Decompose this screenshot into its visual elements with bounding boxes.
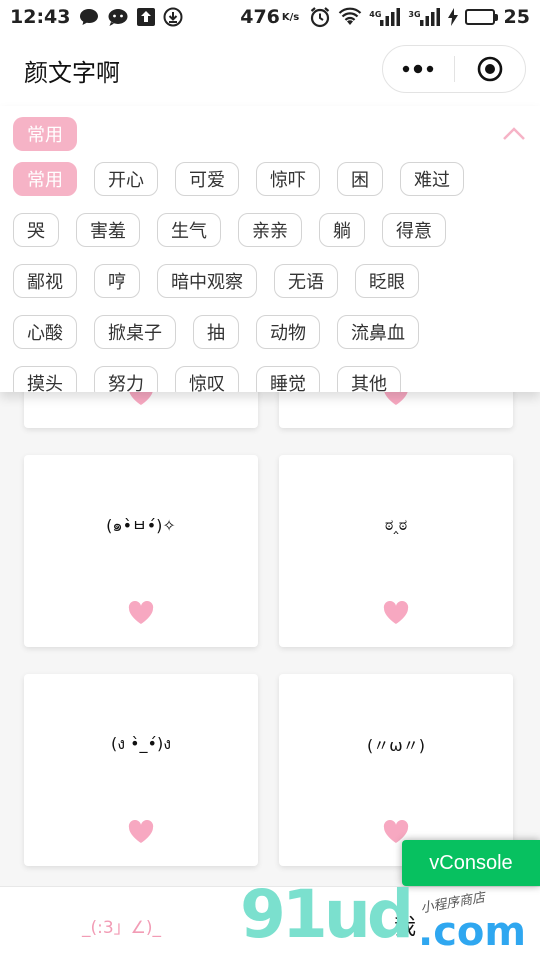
status-right-group: 476 K/s 4G 3G 25 <box>240 6 530 28</box>
category-tag[interactable]: 摸头 <box>13 366 77 392</box>
category-panel: 常用 常用 开心 可爱 惊吓 困 难过 哭 害羞 生气 亲亲 躺 得意 鄙视 哼… <box>0 106 540 392</box>
category-tag[interactable]: 常用 <box>13 162 77 196</box>
page-title: 颜文字啊 <box>24 58 120 87</box>
more-menu-button[interactable] <box>383 46 454 92</box>
messenger-icon <box>107 7 129 27</box>
vconsole-button[interactable]: vConsole <box>402 840 540 886</box>
category-tag[interactable]: 哭 <box>13 213 59 247</box>
category-tag[interactable]: 掀桌子 <box>94 315 176 349</box>
category-tag[interactable]: 得意 <box>382 213 446 247</box>
alarm-icon <box>309 6 331 28</box>
status-time: 12:43 <box>10 6 71 28</box>
category-tag[interactable]: 努力 <box>94 366 158 392</box>
category-tag[interactable]: 流鼻血 <box>337 315 419 349</box>
tag-row: 常用 开心 可爱 惊吓 困 难过 <box>13 162 533 198</box>
charging-icon <box>447 8 458 26</box>
close-mini-program-button[interactable] <box>455 46 526 92</box>
category-tag[interactable]: 生气 <box>157 213 221 247</box>
category-tag[interactable]: 无语 <box>274 264 338 298</box>
tag-row: 摸头 努力 惊叹 睡觉 其他 <box>13 366 533 392</box>
emoticon-text: (〃ω〃) <box>367 736 425 755</box>
nav-bar: 颜文字啊 <box>0 34 540 106</box>
tab-bar: _(:3」∠)_ 我 <box>0 886 540 960</box>
category-tag[interactable]: 困 <box>337 162 383 196</box>
network-speed-unit: K/s <box>281 11 300 23</box>
battery-level: 25 <box>503 6 530 28</box>
emoticon-text: ಠ‸ಠ <box>384 515 408 534</box>
signal-icon <box>419 8 441 26</box>
wifi-icon <box>338 7 362 27</box>
category-tag[interactable]: 睡觉 <box>256 366 320 392</box>
emoticon-card[interactable]: ಠ‸ಠ <box>279 455 513 647</box>
current-category-badge[interactable]: 常用 <box>13 117 77 151</box>
category-tag[interactable]: 难过 <box>400 162 464 196</box>
tab-home[interactable]: _(:3」∠)_ <box>82 913 161 938</box>
chevron-up-icon[interactable] <box>502 124 526 144</box>
emoticon-text: (๑•̀ㅂ•́)✧ <box>106 515 176 535</box>
category-tag[interactable]: 抽 <box>193 315 239 349</box>
status-bar: 12:43 476 K/s 4G 3G 25 <box>0 0 540 34</box>
category-tag-list: 常用 开心 可爱 惊吓 困 难过 哭 害羞 生气 亲亲 躺 得意 鄙视 哼 暗中… <box>13 162 533 392</box>
heart-icon[interactable] <box>128 601 154 625</box>
emoticon-card[interactable]: (๑•̀ㅂ•́)✧ <box>24 455 258 647</box>
mini-program-capsule <box>382 45 526 93</box>
target-close-icon <box>477 56 503 82</box>
category-tag[interactable]: 哼 <box>94 264 140 298</box>
heart-icon[interactable] <box>128 820 154 844</box>
upload-icon <box>136 7 156 27</box>
category-tag[interactable]: 亲亲 <box>238 213 302 247</box>
network-speed: 476 <box>240 6 280 28</box>
emoticon-card[interactable]: (〃ω〃) <box>279 674 513 866</box>
emoticon-text: (ง •̀_•́)ง <box>110 733 172 753</box>
tag-row: 哭 害羞 生气 亲亲 躺 得意 <box>13 213 533 249</box>
category-tag[interactable]: 害羞 <box>76 213 140 247</box>
signal-icon <box>379 8 401 26</box>
tag-row: 心酸 掀桌子 抽 动物 流鼻血 <box>13 315 533 351</box>
chat-bubble-icon <box>78 7 100 27</box>
category-tag[interactable]: 暗中观察 <box>157 264 257 298</box>
battery-nub <box>494 13 498 21</box>
category-tag[interactable]: 鄙视 <box>13 264 77 298</box>
category-tag[interactable]: 可爱 <box>175 162 239 196</box>
category-tag[interactable]: 开心 <box>94 162 158 196</box>
category-tag[interactable]: 其他 <box>337 366 401 392</box>
category-tag[interactable]: 惊叹 <box>175 366 239 392</box>
category-tag[interactable]: 眨眼 <box>355 264 419 298</box>
category-tag[interactable]: 心酸 <box>13 315 77 349</box>
more-dots-icon <box>403 64 434 74</box>
battery-body <box>464 9 495 25</box>
tab-me[interactable]: 我 <box>394 909 416 941</box>
category-tag[interactable]: 躺 <box>319 213 365 247</box>
category-tag[interactable]: 惊吓 <box>256 162 320 196</box>
emoticon-card[interactable]: (ง •̀_•́)ง <box>24 674 258 866</box>
heart-icon[interactable] <box>383 601 409 625</box>
category-tag[interactable]: 动物 <box>256 315 320 349</box>
battery-icon <box>464 9 498 25</box>
download-icon <box>163 7 183 27</box>
tag-row: 鄙视 哼 暗中观察 无语 眨眼 <box>13 264 533 300</box>
